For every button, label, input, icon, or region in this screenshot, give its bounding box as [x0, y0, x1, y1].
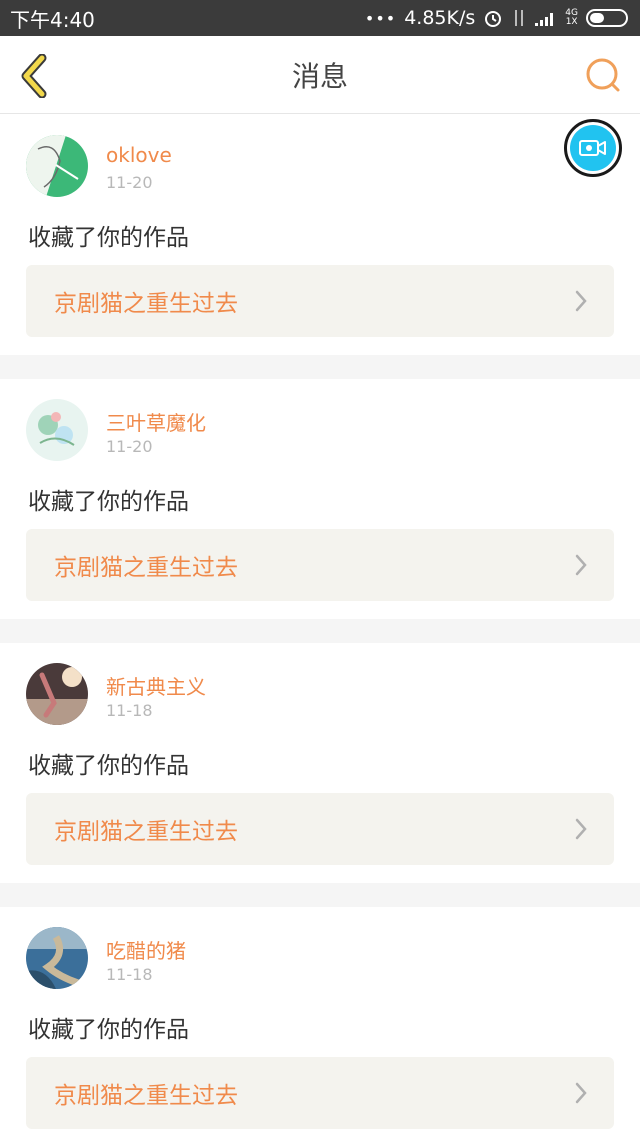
action-text: 收藏了你的作品	[28, 1017, 189, 1043]
alarm-icon	[485, 11, 502, 27]
message-item: 三叶草魔化 11-20 收藏了你的作品 京剧猫之重生过去	[0, 379, 640, 619]
avatar[interactable]	[26, 399, 88, 461]
divider	[0, 355, 640, 379]
battery-icon	[586, 9, 628, 27]
video-camera-button[interactable]	[564, 119, 622, 177]
status-indicators: ••• 4.85K/s 4G 1X	[365, 7, 628, 29]
work-link[interactable]: 京剧猫之重生过去	[26, 265, 614, 337]
work-title: 京剧猫之重生过去	[54, 555, 238, 581]
action-text: 收藏了你的作品	[28, 225, 189, 251]
network-speed: 4.85K/s	[404, 7, 476, 29]
avatar[interactable]	[26, 927, 88, 989]
avatar[interactable]	[26, 135, 88, 197]
message-list: oklove 11-20 收藏了你的作品 京剧猫之重生过去 三叶草魔化 11-2…	[0, 115, 640, 1138]
chevron-right-icon	[575, 554, 587, 576]
chevron-right-icon	[575, 1082, 587, 1104]
signal-icon	[535, 13, 554, 26]
message-item: oklove 11-20 收藏了你的作品 京剧猫之重生过去	[0, 115, 640, 355]
work-link[interactable]: 京剧猫之重生过去	[26, 1057, 614, 1129]
work-title: 京剧猫之重生过去	[54, 1083, 238, 1109]
action-text: 收藏了你的作品	[28, 753, 189, 779]
message-date: 11-20	[106, 173, 153, 192]
search-button[interactable]	[584, 56, 622, 94]
page-title: 消息	[291, 59, 348, 93]
message-date: 11-20	[106, 437, 153, 456]
data-transfer-icon	[515, 10, 524, 26]
network-type: 4G 1X	[565, 8, 578, 27]
status-bar: 下午4:40 ••• 4.85K/s 4G 1X	[0, 0, 640, 36]
message-item: 吃醋的猪 11-18 收藏了你的作品 京剧猫之重生过去	[0, 907, 640, 1138]
username[interactable]: 吃醋的猪	[106, 935, 186, 964]
work-title: 京剧猫之重生过去	[54, 291, 238, 317]
message-date: 11-18	[106, 965, 153, 984]
divider	[0, 619, 640, 643]
username[interactable]: 新古典主义	[106, 671, 206, 700]
status-dots: •••	[364, 8, 397, 28]
status-time: 下午4:40	[10, 7, 95, 32]
nav-bar: 消息	[0, 36, 640, 114]
work-link[interactable]: 京剧猫之重生过去	[26, 529, 614, 601]
work-link[interactable]: 京剧猫之重生过去	[26, 793, 614, 865]
username[interactable]: 三叶草魔化	[106, 407, 206, 436]
chevron-right-icon	[575, 290, 587, 312]
divider	[0, 883, 640, 907]
username[interactable]: oklove	[106, 143, 172, 167]
chevron-right-icon	[575, 818, 587, 840]
back-button[interactable]	[16, 54, 50, 98]
action-text: 收藏了你的作品	[28, 489, 189, 515]
message-item: 新古典主义 11-18 收藏了你的作品 京剧猫之重生过去	[0, 643, 640, 883]
work-title: 京剧猫之重生过去	[54, 819, 238, 845]
message-date: 11-18	[106, 701, 153, 720]
video-camera-icon	[570, 125, 616, 171]
avatar[interactable]	[26, 663, 88, 725]
